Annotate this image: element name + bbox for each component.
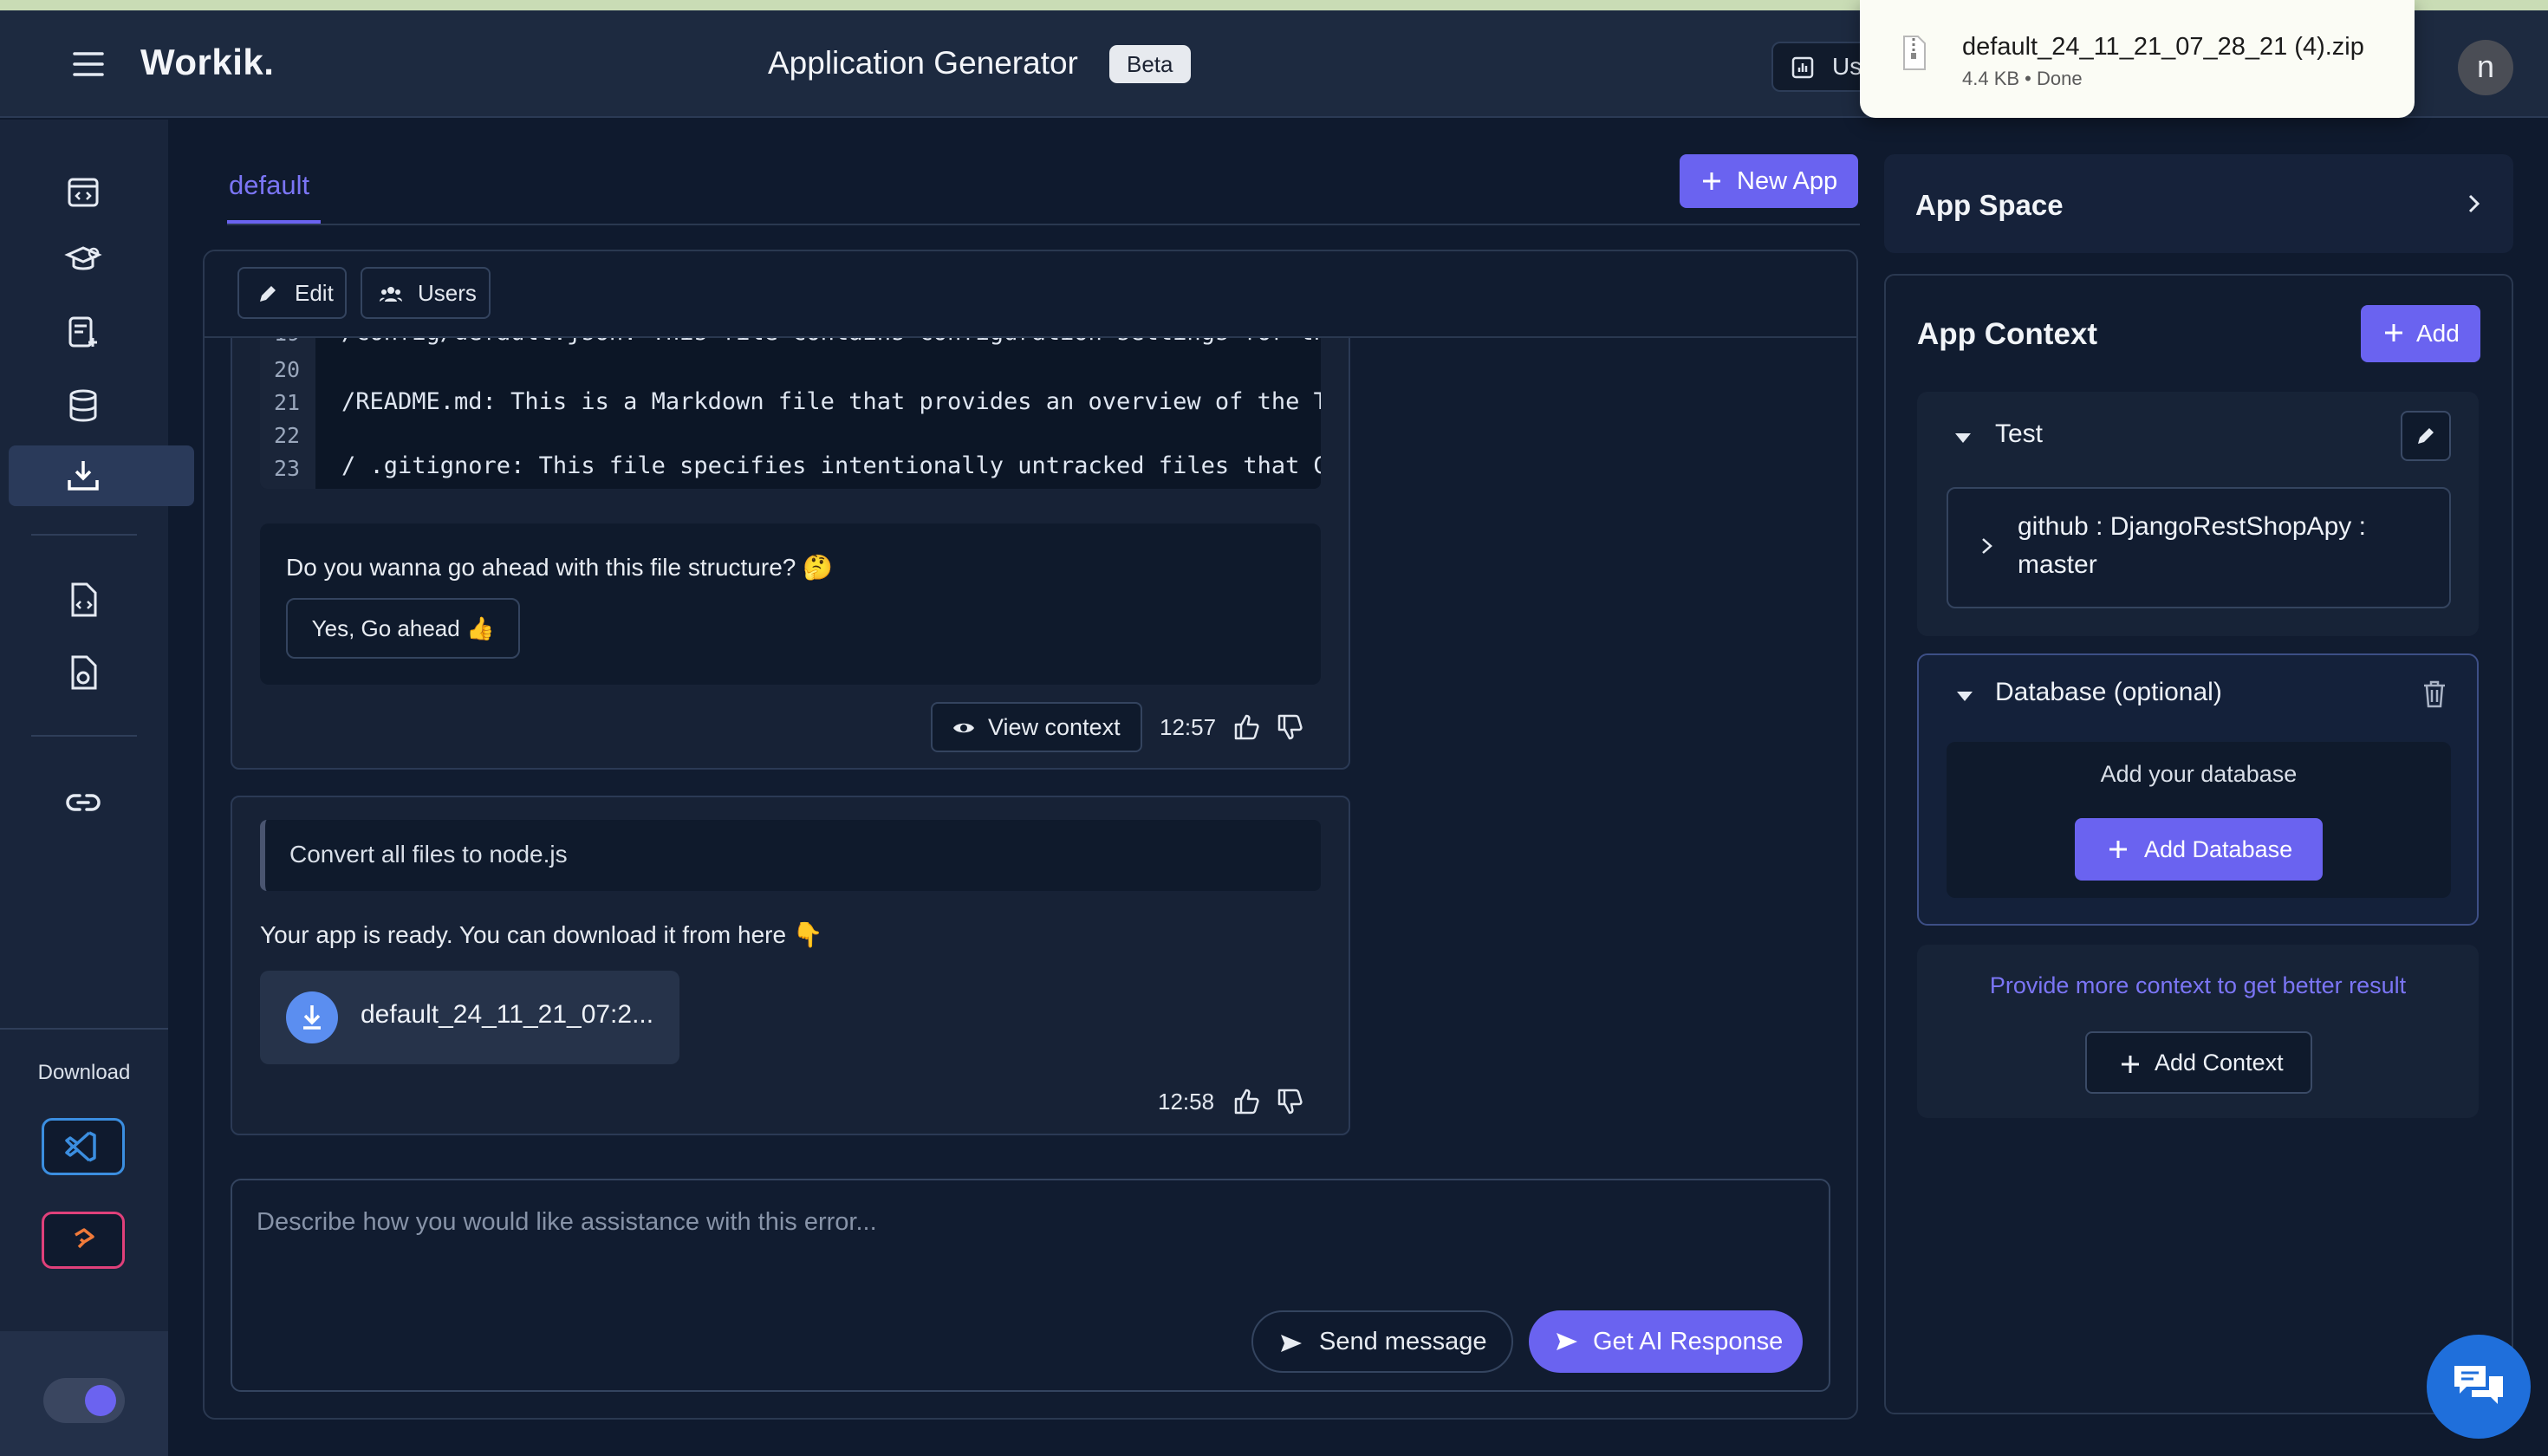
link-icon[interactable]	[62, 782, 104, 823]
add-button[interactable]: Add	[2361, 305, 2480, 362]
db-settings-icon[interactable]	[62, 312, 104, 354]
tab-default[interactable]: default	[229, 170, 309, 201]
add-context-label: Add Context	[2155, 1050, 2284, 1076]
thumbs-down-icon[interactable]	[1276, 1087, 1305, 1116]
code-block: 19 /config/default.json: This file conta…	[260, 324, 1321, 489]
theme-toggle[interactable]	[43, 1378, 125, 1423]
file-settings-icon[interactable]	[62, 652, 104, 693]
chat-bubble-icon	[2451, 1361, 2506, 1413]
code-line: / .gitignore: This file specifies intent…	[341, 452, 1321, 479]
ready-text: Your app is ready. You can download it f…	[260, 921, 823, 948]
new-app-label: New App	[1737, 167, 1838, 195]
bar-chart-icon	[1791, 55, 1815, 80]
add-database-button[interactable]: Add Database	[2075, 818, 2323, 881]
chevron-right-icon[interactable]	[2461, 191, 2487, 217]
caret-down-icon[interactable]	[1953, 685, 1976, 707]
view-context-button[interactable]: View context	[931, 702, 1142, 752]
avatar[interactable]: n	[2458, 40, 2513, 95]
edit-context-button[interactable]	[2401, 411, 2451, 461]
download-icon	[286, 991, 338, 1043]
line-number: 21	[273, 390, 301, 415]
send-message-button[interactable]: Send message	[1251, 1310, 1513, 1373]
go-ahead-button[interactable]: Yes, Go ahead 👍	[286, 598, 520, 659]
jetbrains-download-button[interactable]	[42, 1212, 125, 1269]
edit-button[interactable]: Edit	[237, 267, 347, 319]
vscode-download-button[interactable]	[42, 1118, 125, 1175]
workik-logo[interactable]: Workik.	[140, 42, 274, 83]
tab-divider	[227, 224, 1860, 225]
trash-icon[interactable]	[2421, 679, 2447, 709]
add-label: Add	[2416, 320, 2460, 347]
message-time: 12:57	[1160, 714, 1217, 740]
chevron-right-icon[interactable]	[1978, 536, 1997, 556]
file-code-icon[interactable]	[62, 579, 104, 621]
users-icon	[380, 283, 402, 305]
nav-divider	[31, 735, 137, 737]
message-input[interactable]	[257, 1198, 1799, 1246]
edit-label: Edit	[295, 280, 334, 306]
code-line: /README.md: This is a Markdown file that…	[341, 388, 1321, 415]
database-icon[interactable]	[62, 385, 104, 426]
ai-label: Get AI Response	[1593, 1328, 1784, 1355]
send-icon	[1279, 1331, 1303, 1355]
nav-divider	[0, 1028, 168, 1030]
plus-icon	[1700, 170, 1723, 192]
plus-icon	[2120, 1054, 2141, 1075]
download-label: Download	[37, 1061, 131, 1084]
new-app-button[interactable]: New App	[1680, 154, 1858, 208]
message-time: 12:58	[1158, 1089, 1215, 1115]
page-title: Application Generator	[768, 45, 1078, 81]
add-context-button[interactable]: Add Context	[2085, 1031, 2312, 1094]
user-prompt-text: Convert all files to node.js	[289, 841, 568, 868]
download-file-chip[interactable]: default_24_11_21_07:2...	[260, 971, 679, 1064]
test-context-label: Test	[1995, 419, 2044, 448]
toast-meta: 4.4 KB • Done	[1962, 68, 2083, 89]
plus-icon	[2108, 839, 2129, 860]
plus-icon	[2383, 322, 2404, 343]
thumbs-down-icon[interactable]	[1276, 712, 1305, 742]
thumbs-up-icon[interactable]	[1232, 712, 1262, 742]
line-number: 20	[273, 357, 301, 382]
database-label: Database (optional)	[1995, 678, 2222, 706]
app-space-title: App Space	[1915, 189, 2064, 221]
github-repo-text: github : DjangoRestShopApy : master	[2018, 512, 2366, 579]
pencil-icon	[257, 283, 279, 305]
view-context-label: View context	[988, 714, 1121, 740]
send-label: Send message	[1319, 1328, 1487, 1355]
eye-icon	[952, 716, 976, 740]
thumbs-up-icon[interactable]	[1232, 1087, 1262, 1116]
nav-divider	[31, 534, 137, 536]
download-toast[interactable]: default_24_11_21_07_28_21 (4).zip 4.4 KB…	[1860, 0, 2415, 118]
graduation-cap-icon[interactable]	[62, 239, 104, 281]
beta-badge: Beta	[1109, 45, 1191, 83]
code-window-icon[interactable]	[62, 172, 104, 213]
users-label: Users	[418, 280, 477, 306]
question-text: Do you wanna go ahead with this file str…	[286, 554, 833, 581]
get-ai-response-button[interactable]: Get AI Response	[1529, 1310, 1803, 1373]
pencil-icon	[2415, 425, 2437, 447]
zip-file-icon	[1901, 35, 1927, 71]
caret-down-icon[interactable]	[1952, 426, 1974, 449]
support-chat-button[interactable]	[2427, 1335, 2531, 1439]
app-context-title: App Context	[1917, 317, 2098, 351]
add-database-text: Add your database	[2100, 761, 2298, 787]
moon-icon	[85, 1385, 116, 1416]
add-database-label: Add Database	[2144, 836, 2293, 862]
send-icon	[1555, 1329, 1579, 1354]
menu-icon[interactable]	[68, 43, 109, 85]
line-number: 22	[273, 423, 301, 448]
line-number: 23	[273, 456, 301, 481]
file-chip-name: default_24_11_21_07:2...	[361, 1000, 654, 1029]
download-tray-icon[interactable]	[62, 454, 104, 496]
more-context-text: Provide more context to get better resul…	[1989, 972, 2407, 998]
users-button[interactable]: Users	[361, 267, 491, 319]
toolbar-divider	[205, 336, 1856, 338]
toast-filename: default_24_11_21_07_28_21 (4).zip	[1962, 33, 2364, 61]
